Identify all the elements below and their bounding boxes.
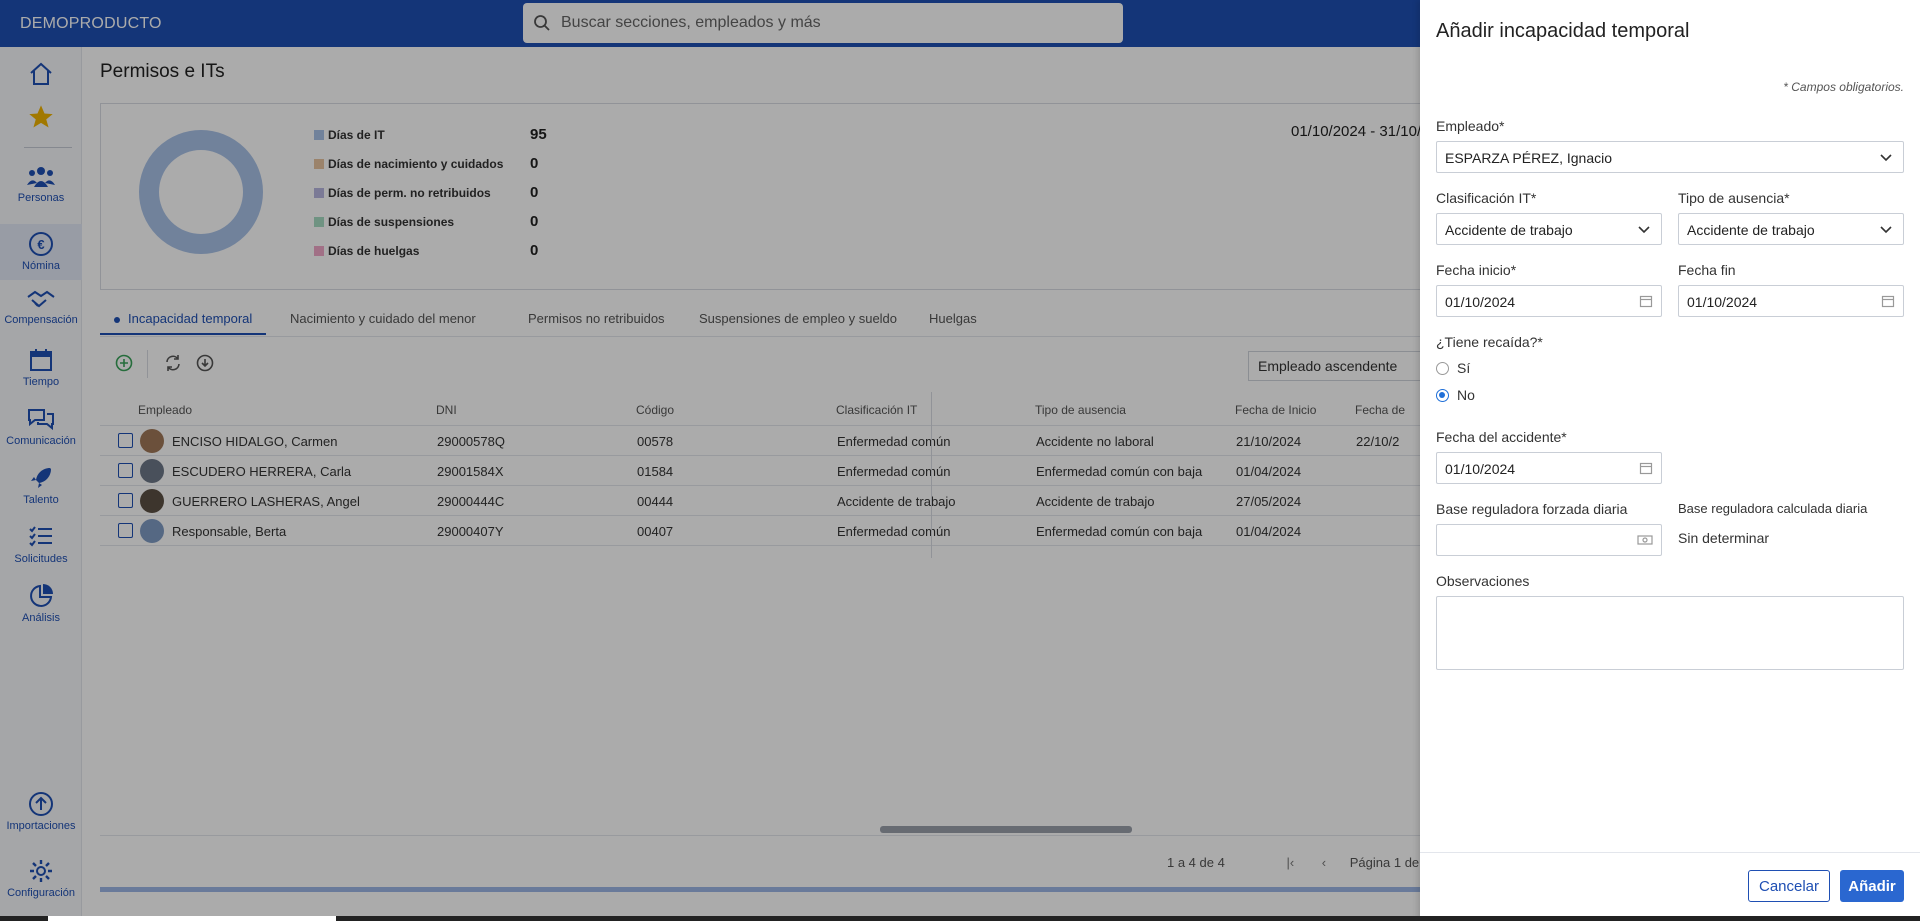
fecha-fin-value: 01/10/2024	[1687, 294, 1758, 310]
panel-title: Añadir incapacidad temporal	[1436, 20, 1690, 42]
add-it-panel: Añadir incapacidad temporal * Campos obl…	[1420, 0, 1920, 921]
required-note: * Campos obligatorios.	[1783, 80, 1904, 94]
chevron-down-icon	[1880, 154, 1892, 162]
calendar-icon[interactable]	[1639, 294, 1653, 308]
radio-label: No	[1457, 387, 1475, 403]
add-button[interactable]: Añadir	[1840, 870, 1904, 902]
clasificacion-select[interactable]: Accidente de trabajo	[1436, 213, 1662, 245]
base-forzada-label: Base reguladora forzada diaria	[1436, 501, 1628, 517]
observaciones-label: Observaciones	[1436, 573, 1530, 589]
calendar-icon[interactable]	[1639, 461, 1653, 475]
radio-button-selected[interactable]	[1436, 388, 1449, 402]
clasificacion-label: Clasificación IT*	[1436, 190, 1537, 206]
recaida-label: ¿Tiene recaída?*	[1436, 334, 1543, 350]
tipo-ausencia-label: Tipo de ausencia*	[1678, 190, 1790, 206]
clasificacion-value: Accidente de trabajo	[1445, 222, 1573, 238]
fecha-inicio-value: 01/10/2024	[1445, 294, 1516, 310]
tipo-ausencia-value: Accidente de trabajo	[1687, 222, 1815, 238]
fecha-accidente-value: 01/10/2024	[1445, 461, 1516, 477]
radio-button[interactable]	[1436, 361, 1449, 375]
fecha-accidente-label: Fecha del accidente*	[1436, 429, 1567, 445]
recaida-si-option[interactable]: Sí	[1436, 360, 1470, 376]
fecha-fin-label: Fecha fin	[1678, 262, 1736, 278]
fecha-fin-input[interactable]: 01/10/2024	[1678, 285, 1904, 317]
money-icon	[1637, 535, 1653, 545]
chevron-down-icon	[1638, 226, 1650, 234]
employee-value: ESPARZA PÉREZ, Ignacio	[1445, 150, 1613, 166]
employee-label: Empleado*	[1436, 118, 1505, 134]
tipo-ausencia-select[interactable]: Accidente de trabajo	[1678, 213, 1904, 245]
base-forzada-input[interactable]	[1436, 524, 1662, 556]
fecha-inicio-label: Fecha inicio*	[1436, 262, 1517, 278]
radio-label: Sí	[1457, 360, 1471, 376]
fecha-inicio-input[interactable]: 01/10/2024	[1436, 285, 1662, 317]
calendar-icon[interactable]	[1881, 294, 1895, 308]
modal-backdrop[interactable]	[0, 0, 1420, 921]
base-calculada-label: Base reguladora calculada diaria	[1678, 501, 1868, 516]
base-calculada-value: Sin determinar	[1678, 530, 1770, 546]
fecha-accidente-input[interactable]: 01/10/2024	[1436, 452, 1662, 484]
panel-footer-divider	[1420, 852, 1920, 853]
observaciones-textarea[interactable]	[1436, 596, 1904, 670]
recaida-no-option[interactable]: No	[1436, 387, 1475, 403]
taskbar-strip	[0, 916, 1920, 921]
employee-select[interactable]: ESPARZA PÉREZ, Ignacio	[1436, 141, 1904, 173]
taskbar-segment	[48, 916, 336, 921]
cancel-button[interactable]: Cancelar	[1748, 870, 1830, 902]
chevron-down-icon	[1880, 226, 1892, 234]
